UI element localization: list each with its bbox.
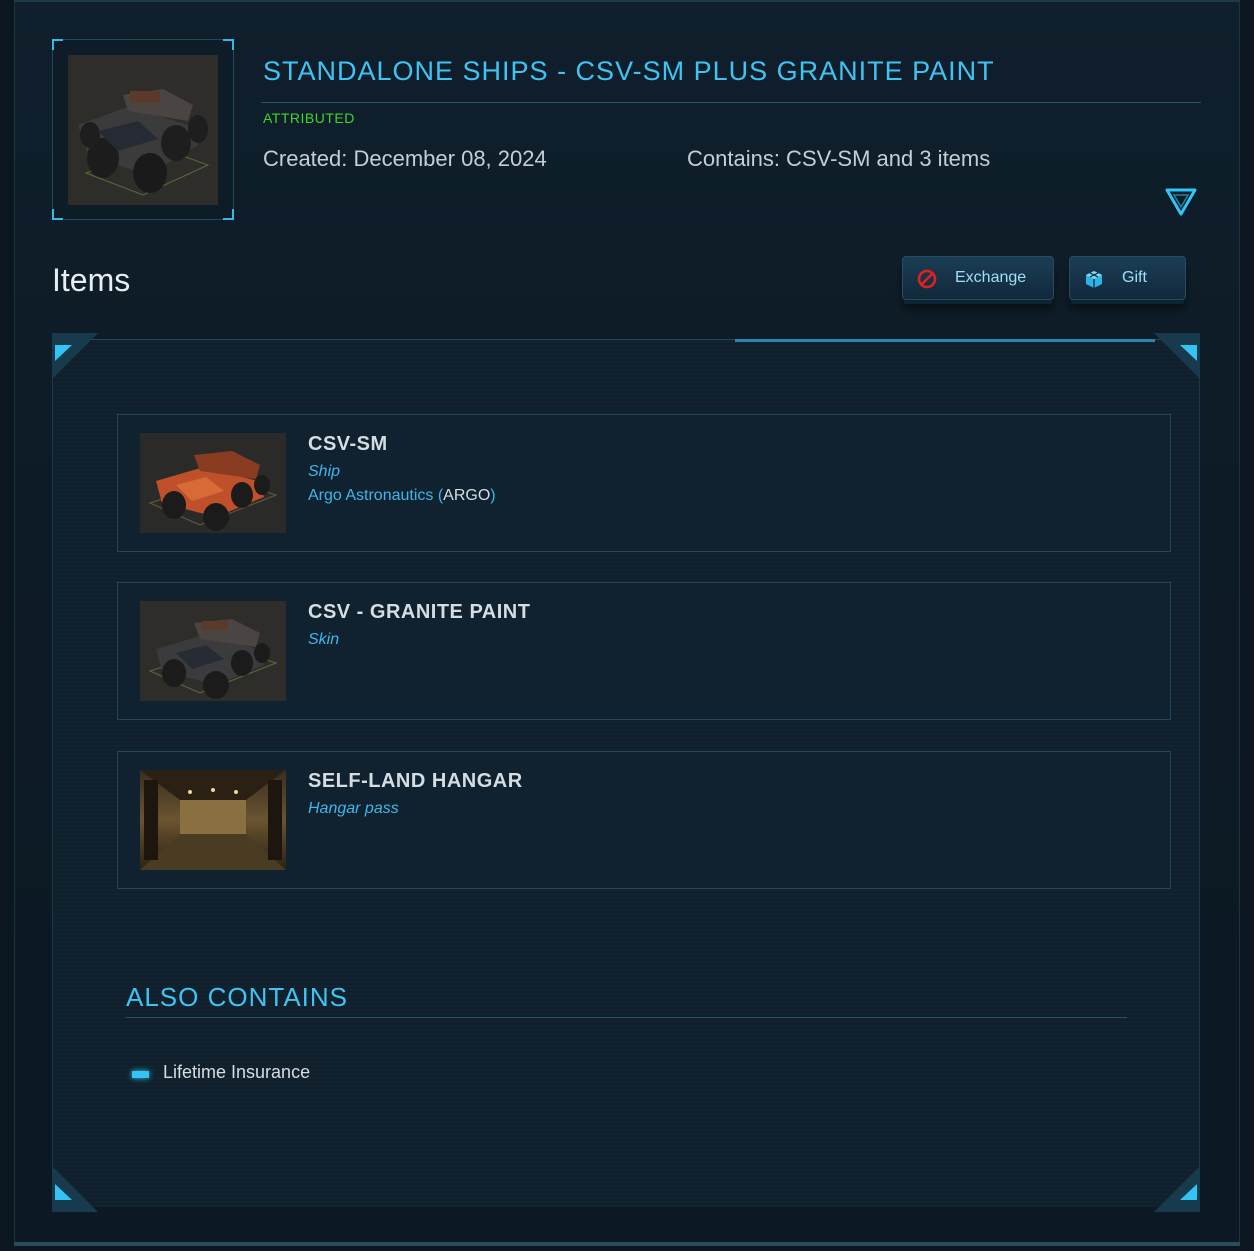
- corner-top-left-icon: [52, 333, 98, 379]
- item-type: Ship: [308, 463, 341, 480]
- title-divider: [261, 102, 1201, 103]
- corner-bottom-left-icon: [52, 1166, 98, 1212]
- exchange-label: Exchange: [955, 269, 1027, 286]
- triangle-down-icon[interactable]: [1165, 186, 1197, 218]
- item-card-self-land-hangar[interactable]: SELF-LAND HANGAR Hangar pass: [117, 751, 1171, 889]
- item-type: Skin: [308, 631, 340, 648]
- manufacturer-close: ): [490, 487, 496, 504]
- item-type: Hangar pass: [308, 800, 399, 817]
- also-contains-text: Lifetime Insurance: [163, 1062, 311, 1082]
- also-contains-heading: ALSO CONTAINS: [126, 982, 349, 1012]
- manufacturer-code: ARGO: [443, 487, 491, 504]
- corner-top-right-icon: [1154, 333, 1200, 379]
- bullet-icon: [132, 1071, 149, 1078]
- frame-bottom-border: [14, 1242, 1240, 1246]
- item-name: CSV - GRANITE PAINT: [308, 601, 531, 623]
- items-heading: Items: [52, 262, 131, 298]
- status-badge: ATTRIBUTED: [263, 110, 355, 126]
- also-contains-divider: [126, 1017, 1127, 1018]
- item-card-csv-sm[interactable]: CSV-SM Ship Argo Astronautics (ARGO): [117, 414, 1171, 552]
- manufacturer-name[interactable]: Argo Astronautics (: [308, 487, 443, 504]
- exchange-button[interactable]: Exchange: [902, 256, 1054, 300]
- pledge-thumbnail-image: [68, 55, 218, 205]
- pledge-thumbnail-frame: [52, 39, 234, 220]
- item-name: CSV-SM: [308, 433, 388, 455]
- item-card-granite-paint[interactable]: CSV - GRANITE PAINT Skin: [117, 582, 1171, 720]
- gift-label: Gift: [1122, 269, 1147, 286]
- prohibited-icon: [917, 269, 937, 289]
- frame-top-border: [14, 0, 1240, 2]
- package-title: STANDALONE SHIPS - CSV-SM PLUS GRANITE P…: [263, 56, 995, 86]
- corner-bottom-right-icon: [1154, 1166, 1200, 1212]
- item-thumbnail: [140, 433, 286, 533]
- created-date: Created: December 08, 2024: [263, 146, 547, 171]
- item-thumbnail: [140, 601, 286, 701]
- item-manufacturer: Argo Astronautics (ARGO): [308, 487, 496, 505]
- contains-summary: Contains: CSV-SM and 3 items: [687, 146, 991, 171]
- panel-highlight-bar: [735, 339, 1155, 342]
- gift-icon: [1084, 269, 1104, 289]
- item-thumbnail: [140, 770, 286, 870]
- gift-button[interactable]: Gift: [1069, 256, 1186, 300]
- item-name: SELF-LAND HANGAR: [308, 770, 523, 792]
